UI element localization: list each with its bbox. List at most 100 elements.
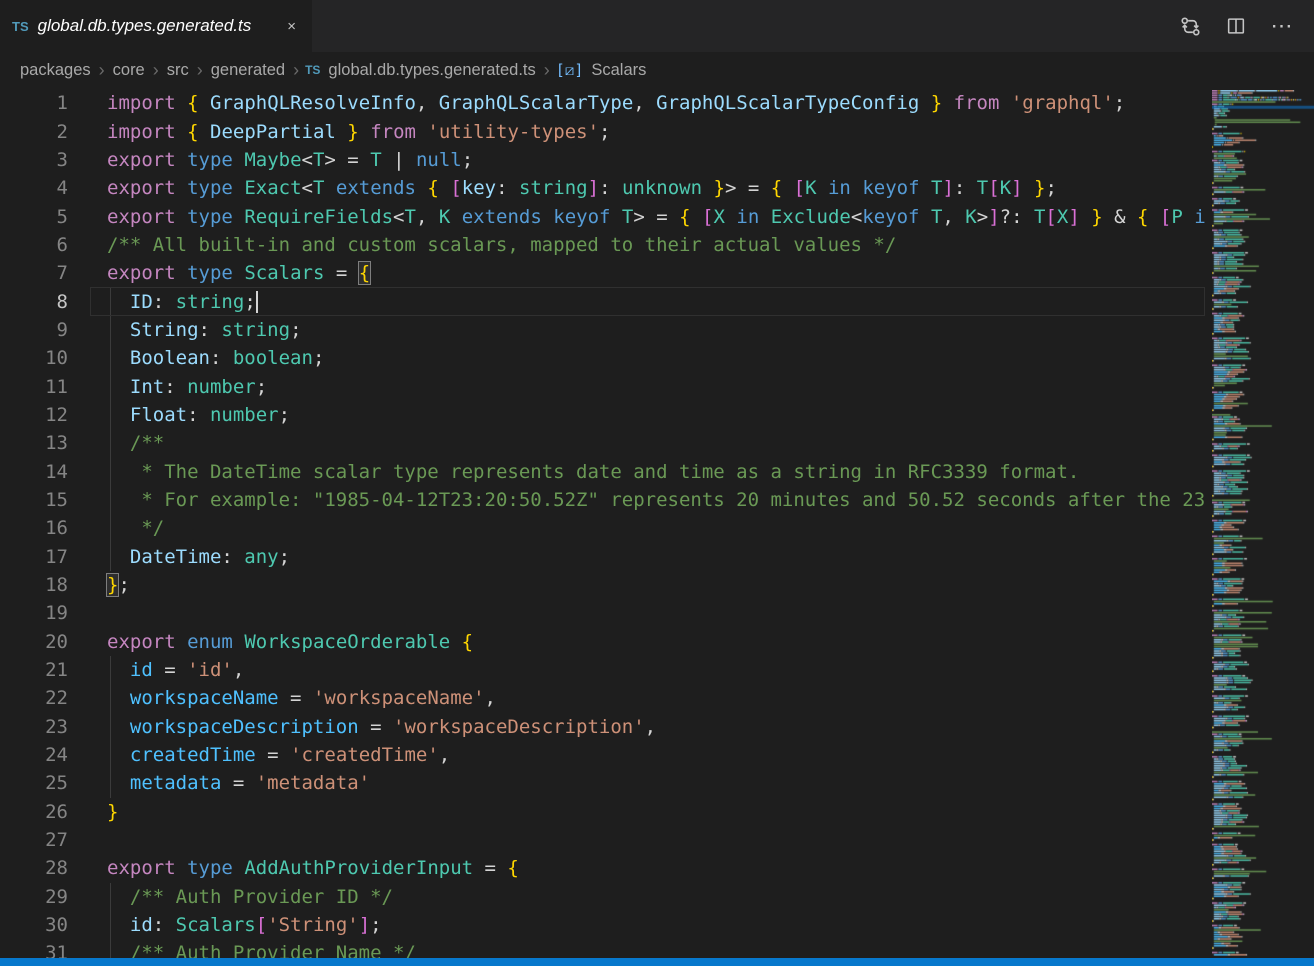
code-line[interactable]: 28export type AddAuthProviderInput = { [0, 854, 1205, 882]
code-text[interactable]: export type RequireFields<T, K extends k… [68, 202, 1205, 230]
line-number[interactable]: 21 [0, 659, 68, 681]
code-line[interactable]: 7export type Scalars = { [0, 259, 1205, 287]
code-line[interactable]: 2import { DeepPartial } from 'utility-ty… [0, 117, 1205, 145]
line-number[interactable]: 3 [0, 149, 68, 171]
line-number[interactable]: 10 [0, 347, 68, 369]
code-line[interactable]: 24 createdTime = 'createdTime', [0, 741, 1205, 769]
code-line[interactable]: 18}; [0, 571, 1205, 599]
code-line[interactable]: 22 workspaceName = 'workspaceName', [0, 684, 1205, 712]
line-number[interactable]: 14 [0, 461, 68, 483]
code-text[interactable] [68, 826, 1205, 854]
code-line[interactable]: 16 */ [0, 514, 1205, 542]
line-number[interactable]: 22 [0, 687, 68, 709]
line-number[interactable]: 9 [0, 319, 68, 341]
code-text[interactable]: /** All built-in and custom scalars, map… [68, 231, 1205, 259]
code-line[interactable]: 31 /** Auth Provider Name */ [0, 939, 1205, 958]
line-number[interactable]: 20 [0, 631, 68, 653]
code-line[interactable]: 17 DateTime: any; [0, 543, 1205, 571]
code-text[interactable]: export type AddAuthProviderInput = { [68, 854, 1205, 882]
line-number[interactable]: 18 [0, 574, 68, 596]
line-number[interactable]: 23 [0, 716, 68, 738]
code-text[interactable]: /** Auth Provider ID */ [68, 883, 1205, 911]
code-line[interactable]: 10 Boolean: boolean; [0, 344, 1205, 372]
line-number[interactable]: 5 [0, 206, 68, 228]
code-text[interactable]: * For example: "1985-04-12T23:20:50.52Z"… [68, 486, 1205, 514]
code-text[interactable] [68, 599, 1205, 627]
split-editor-icon[interactable] [1220, 10, 1252, 42]
line-number[interactable]: 17 [0, 546, 68, 568]
line-number[interactable]: 2 [0, 121, 68, 143]
code-line[interactable]: 23 workspaceDescription = 'workspaceDesc… [0, 713, 1205, 741]
code-text[interactable]: import { DeepPartial } from 'utility-typ… [68, 117, 1205, 145]
line-number[interactable]: 26 [0, 801, 68, 823]
line-number[interactable]: 31 [0, 942, 68, 958]
code-text[interactable]: workspaceDescription = 'workspaceDescrip… [68, 713, 1205, 741]
code-line[interactable]: 30 id: Scalars['String']; [0, 911, 1205, 939]
code-line[interactable]: 26} [0, 798, 1205, 826]
code-line[interactable]: 11 Int: number; [0, 372, 1205, 400]
code-line[interactable]: 13 /** [0, 429, 1205, 457]
close-tab-icon[interactable]: × [283, 16, 300, 37]
code-text[interactable]: Float: number; [68, 401, 1205, 429]
minimap[interactable] [1212, 90, 1314, 956]
code-text[interactable]: export type Maybe<T> = T | null; [68, 146, 1205, 174]
code-line[interactable]: 29 /** Auth Provider ID */ [0, 883, 1205, 911]
line-number[interactable]: 4 [0, 177, 68, 199]
code-line[interactable]: 1import { GraphQLResolveInfo, GraphQLSca… [0, 89, 1205, 117]
code-text[interactable]: /** [68, 429, 1205, 457]
breadcrumb-item-symbol-scalars[interactable]: Scalars [589, 61, 648, 80]
line-number[interactable]: 16 [0, 517, 68, 539]
line-number[interactable]: 15 [0, 489, 68, 511]
code-line[interactable]: 6/** All built-in and custom scalars, ma… [0, 231, 1205, 259]
code-line[interactable]: 8 ID: string; [0, 287, 1205, 315]
code-line[interactable]: 15 * For example: "1985-04-12T23:20:50.5… [0, 486, 1205, 514]
line-number[interactable]: 24 [0, 744, 68, 766]
code-text[interactable]: */ [68, 514, 1205, 542]
code-text[interactable]: createdTime = 'createdTime', [68, 741, 1205, 769]
code-text[interactable]: Int: number; [68, 372, 1205, 400]
code-text[interactable]: DateTime: any; [68, 543, 1205, 571]
breadcrumb-item-src[interactable]: src [165, 61, 191, 80]
line-number[interactable]: 29 [0, 886, 68, 908]
line-number[interactable]: 12 [0, 404, 68, 426]
breadcrumb-item-file[interactable]: global.db.types.generated.ts [326, 61, 537, 80]
code-text[interactable]: }; [68, 571, 1205, 599]
code-line[interactable]: 3export type Maybe<T> = T | null; [0, 146, 1205, 174]
line-number[interactable]: 11 [0, 376, 68, 398]
line-number[interactable]: 13 [0, 432, 68, 454]
more-actions-icon[interactable]: ⋯ [1266, 10, 1298, 42]
code-line[interactable]: 12 Float: number; [0, 401, 1205, 429]
code-line[interactable]: 25 metadata = 'metadata' [0, 769, 1205, 797]
code-text[interactable]: id = 'id', [68, 656, 1205, 684]
code-line[interactable]: 27 [0, 826, 1205, 854]
code-text[interactable]: * The DateTime scalar type represents da… [68, 457, 1205, 485]
breadcrumb-item-core[interactable]: core [111, 61, 147, 80]
line-number[interactable]: 19 [0, 602, 68, 624]
code-text[interactable]: workspaceName = 'workspaceName', [68, 684, 1205, 712]
line-number[interactable]: 1 [0, 92, 68, 114]
line-number[interactable]: 8 [0, 291, 68, 313]
code-line[interactable]: 19 [0, 599, 1205, 627]
code-line[interactable]: 9 String: string; [0, 316, 1205, 344]
line-number[interactable]: 25 [0, 772, 68, 794]
code-text[interactable]: String: string; [68, 316, 1205, 344]
code-text[interactable]: Boolean: boolean; [68, 344, 1205, 372]
code-text[interactable]: ID: string; [68, 287, 1205, 315]
breadcrumb-item-packages[interactable]: packages [18, 61, 93, 80]
code-text[interactable]: export type Scalars = { [68, 259, 1205, 287]
code-text[interactable]: id: Scalars['String']; [68, 911, 1205, 939]
code-line[interactable]: 5export type RequireFields<T, K extends … [0, 202, 1205, 230]
open-changes-icon[interactable] [1174, 10, 1206, 42]
tab-global-db-types-generated[interactable]: TS global.db.types.generated.ts × [0, 0, 312, 52]
line-number[interactable]: 6 [0, 234, 68, 256]
code-text[interactable]: } [68, 798, 1205, 826]
code-text[interactable]: /** Auth Provider Name */ [68, 939, 1205, 958]
code-line[interactable]: 14 * The DateTime scalar type represents… [0, 457, 1205, 485]
code-text[interactable]: export type Exact<T extends { [key: stri… [68, 174, 1205, 202]
line-number[interactable]: 7 [0, 262, 68, 284]
code-line[interactable]: 20export enum WorkspaceOrderable { [0, 628, 1205, 656]
line-number[interactable]: 27 [0, 829, 68, 851]
code-line[interactable]: 4export type Exact<T extends { [key: str… [0, 174, 1205, 202]
code-line[interactable]: 21 id = 'id', [0, 656, 1205, 684]
line-number[interactable]: 30 [0, 914, 68, 936]
